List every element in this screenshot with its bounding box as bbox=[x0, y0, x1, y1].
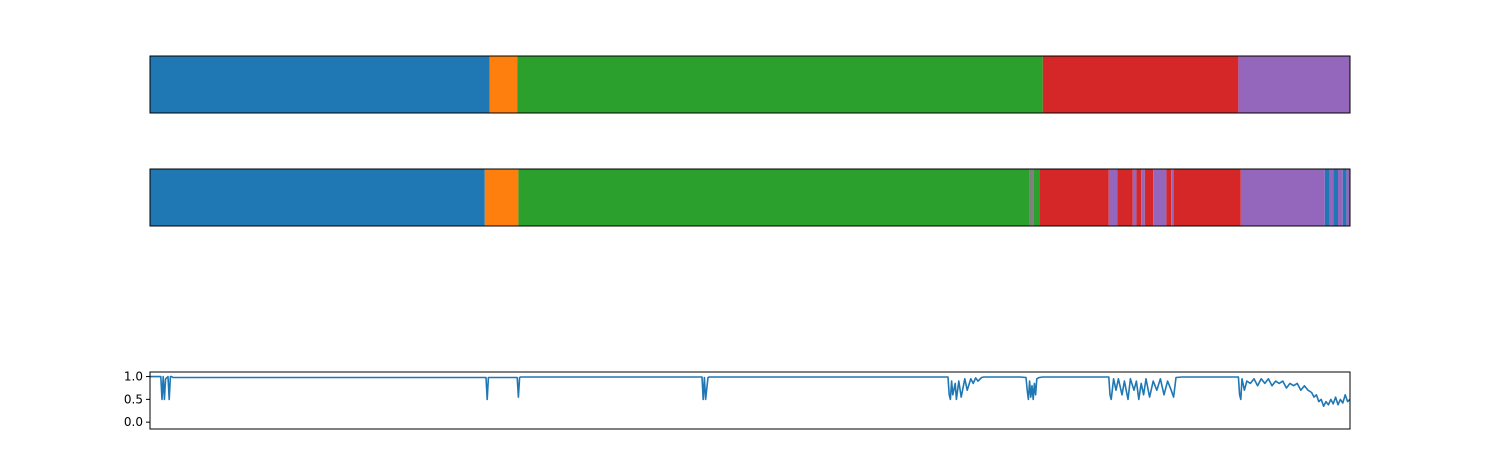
ytick-label: 1.0 bbox=[124, 370, 143, 384]
segment-red-5 bbox=[1039, 169, 1109, 226]
segment-purple-20 bbox=[1338, 169, 1343, 226]
segment-purple-6 bbox=[1108, 169, 1118, 226]
segment-purple-12 bbox=[1153, 169, 1167, 226]
segment-purple-22 bbox=[1346, 169, 1350, 226]
segment-blue-0 bbox=[150, 56, 490, 113]
segment-red-3 bbox=[1042, 56, 1239, 113]
segment-green-4 bbox=[1033, 169, 1040, 226]
segment-purple-14 bbox=[1171, 169, 1174, 226]
segment-blue-19 bbox=[1333, 169, 1338, 226]
ytick-label: 0.5 bbox=[124, 392, 143, 406]
segment-red-13 bbox=[1166, 169, 1172, 226]
segment-green-2 bbox=[518, 169, 1030, 226]
segment-red-11 bbox=[1144, 169, 1154, 226]
segment-red-15 bbox=[1173, 169, 1241, 226]
segment-blue-0 bbox=[150, 169, 485, 226]
segmentation-bar-top bbox=[149, 55, 1351, 114]
segment-orange-1 bbox=[484, 169, 519, 226]
segment-red-9 bbox=[1136, 169, 1142, 226]
segment-orange-1 bbox=[489, 56, 518, 113]
segment-purple-4 bbox=[1238, 56, 1350, 113]
figure: 0.0 0.5 1.0 bbox=[0, 0, 1500, 450]
segment-red-7 bbox=[1117, 169, 1133, 226]
segment-blue-17 bbox=[1324, 169, 1330, 226]
segment-gray-3 bbox=[1029, 169, 1034, 226]
ytick-label: 0.0 bbox=[124, 415, 143, 429]
segment-blue-21 bbox=[1342, 169, 1347, 226]
segment-purple-10 bbox=[1141, 169, 1145, 226]
segmentation-bar-middle bbox=[149, 168, 1351, 227]
segment-purple-8 bbox=[1132, 169, 1137, 226]
segment-purple-18 bbox=[1329, 169, 1334, 226]
segment-purple-16 bbox=[1240, 169, 1325, 226]
segment-green-2 bbox=[517, 56, 1043, 113]
